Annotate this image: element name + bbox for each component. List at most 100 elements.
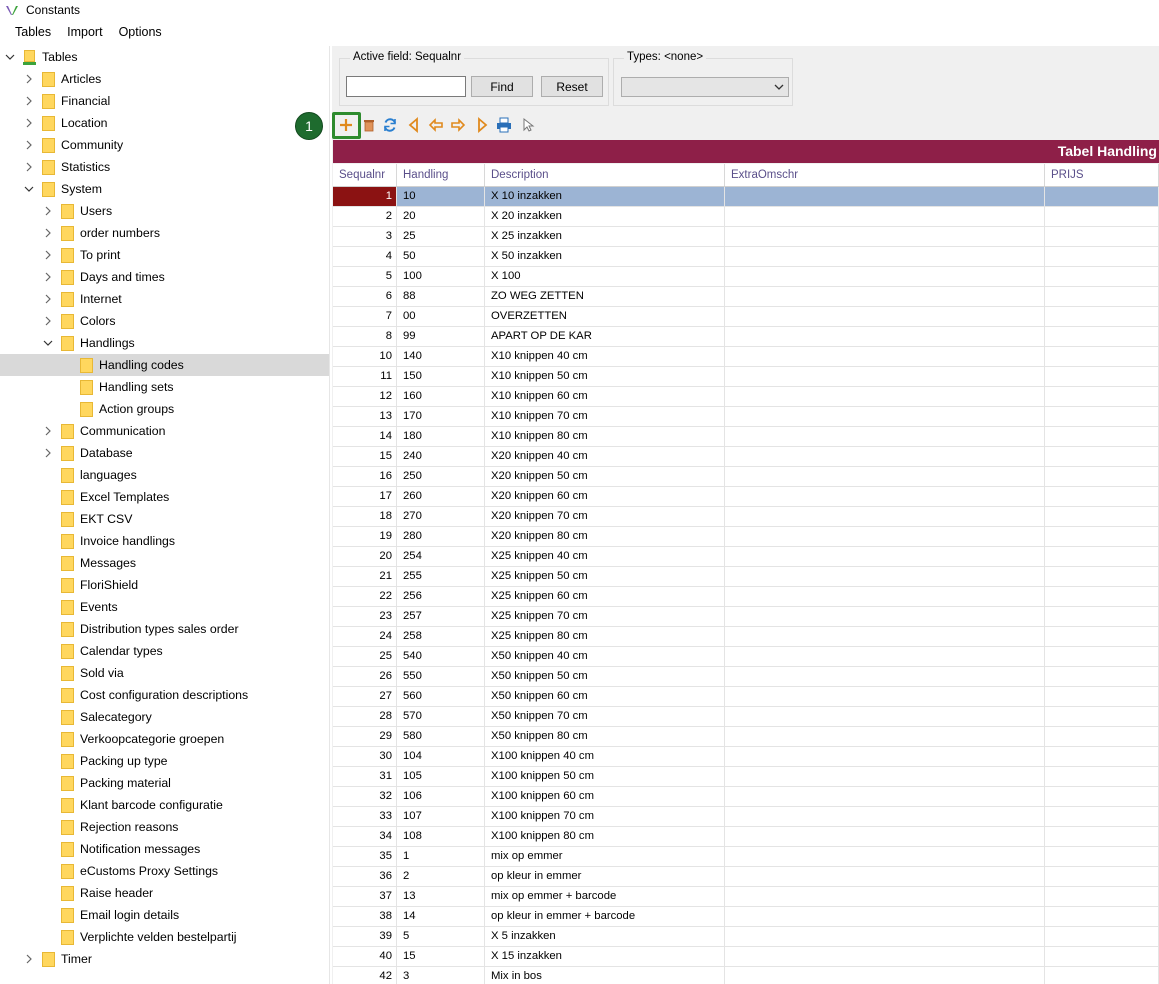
cell-sequalnr[interactable]: 32 — [333, 787, 397, 806]
column-header-sequalnr[interactable]: Sequalnr — [333, 164, 397, 186]
cell-description[interactable]: X25 knippen 60 cm — [485, 587, 725, 606]
cell-description[interactable]: X10 knippen 40 cm — [485, 347, 725, 366]
cell-handling[interactable]: 20 — [397, 207, 485, 226]
cell-extraomschr[interactable] — [725, 907, 1045, 926]
cell-prijs[interactable] — [1045, 187, 1159, 206]
cell-handling[interactable]: 580 — [397, 727, 485, 746]
cell-prijs[interactable] — [1045, 947, 1159, 966]
cell-description[interactable]: X10 knippen 70 cm — [485, 407, 725, 426]
cell-description[interactable]: X50 knippen 50 cm — [485, 667, 725, 686]
cell-sequalnr[interactable]: 20 — [333, 547, 397, 566]
cell-handling[interactable]: 15 — [397, 947, 485, 966]
cell-handling[interactable]: 99 — [397, 327, 485, 346]
cell-extraomschr[interactable] — [725, 827, 1045, 846]
cell-handling[interactable]: 240 — [397, 447, 485, 466]
cell-prijs[interactable] — [1045, 347, 1159, 366]
cell-description[interactable]: X50 knippen 70 cm — [485, 707, 725, 726]
cell-extraomschr[interactable] — [725, 607, 1045, 626]
cell-extraomschr[interactable] — [725, 767, 1045, 786]
table-row[interactable]: 8 99 APART OP DE KAR — [333, 327, 1159, 347]
cell-prijs[interactable] — [1045, 427, 1159, 446]
cell-handling[interactable]: 13 — [397, 887, 485, 906]
table-row[interactable]: 1 10 X 10 inzakken — [333, 187, 1159, 207]
table-row[interactable]: 13 170 X10 knippen 70 cm — [333, 407, 1159, 427]
tree-item[interactable]: Handling codes — [0, 354, 329, 376]
cell-description[interactable]: X100 knippen 80 cm — [485, 827, 725, 846]
menu-tables[interactable]: Tables — [7, 22, 59, 42]
cell-extraomschr[interactable] — [725, 227, 1045, 246]
cell-prijs[interactable] — [1045, 547, 1159, 566]
table-row[interactable]: 39 5 X 5 inzakken — [333, 927, 1159, 947]
cell-prijs[interactable] — [1045, 567, 1159, 586]
cell-description[interactable]: X10 knippen 60 cm — [485, 387, 725, 406]
tree-item[interactable]: Statistics — [0, 156, 329, 178]
cell-prijs[interactable] — [1045, 487, 1159, 506]
cell-handling[interactable]: 250 — [397, 467, 485, 486]
cell-description[interactable]: mix op emmer — [485, 847, 725, 866]
tree-item[interactable]: Handlings — [0, 332, 329, 354]
cell-sequalnr[interactable]: 17 — [333, 487, 397, 506]
cell-description[interactable]: X20 knippen 70 cm — [485, 507, 725, 526]
search-input[interactable] — [346, 76, 466, 97]
cell-description[interactable]: X50 knippen 80 cm — [485, 727, 725, 746]
cell-handling[interactable]: 260 — [397, 487, 485, 506]
column-header-extraomschr[interactable]: ExtraOmschr — [725, 164, 1045, 186]
tree-item[interactable]: Raise header — [0, 882, 329, 904]
table-row[interactable]: 37 13 mix op emmer + barcode — [333, 887, 1159, 907]
cell-prijs[interactable] — [1045, 327, 1159, 346]
types-select[interactable] — [621, 77, 789, 97]
cell-extraomschr[interactable] — [725, 407, 1045, 426]
cell-prijs[interactable] — [1045, 627, 1159, 646]
cell-extraomschr[interactable] — [725, 327, 1045, 346]
cell-description[interactable]: ZO WEG ZETTEN — [485, 287, 725, 306]
cell-description[interactable]: X10 knippen 80 cm — [485, 427, 725, 446]
chevron-down-icon[interactable] — [42, 337, 54, 349]
cell-sequalnr[interactable]: 15 — [333, 447, 397, 466]
cell-sequalnr[interactable]: 2 — [333, 207, 397, 226]
tree-item[interactable]: eCustoms Proxy Settings — [0, 860, 329, 882]
chevron-right-icon[interactable] — [42, 205, 54, 217]
tree-item[interactable]: Communication — [0, 420, 329, 442]
chevron-right-icon[interactable] — [42, 425, 54, 437]
tree-item[interactable]: Salecategory — [0, 706, 329, 728]
cell-sequalnr[interactable]: 40 — [333, 947, 397, 966]
tree-item[interactable]: Colors — [0, 310, 329, 332]
next-icon[interactable] — [449, 116, 467, 134]
cell-extraomschr[interactable] — [725, 627, 1045, 646]
table-row[interactable]: 2 20 X 20 inzakken — [333, 207, 1159, 227]
tree-item[interactable]: Packing material — [0, 772, 329, 794]
cell-prijs[interactable] — [1045, 367, 1159, 386]
tree-item[interactable]: Events — [0, 596, 329, 618]
cell-prijs[interactable] — [1045, 927, 1159, 946]
cell-sequalnr[interactable]: 23 — [333, 607, 397, 626]
cell-sequalnr[interactable]: 1 — [333, 187, 397, 206]
cell-extraomschr[interactable] — [725, 867, 1045, 886]
cell-prijs[interactable] — [1045, 467, 1159, 486]
cell-extraomschr[interactable] — [725, 247, 1045, 266]
chevron-right-icon[interactable] — [23, 95, 35, 107]
cell-prijs[interactable] — [1045, 727, 1159, 746]
cell-description[interactable]: OVERZETTEN — [485, 307, 725, 326]
cell-description[interactable]: X 20 inzakken — [485, 207, 725, 226]
cell-description[interactable]: X 25 inzakken — [485, 227, 725, 246]
cell-sequalnr[interactable]: 13 — [333, 407, 397, 426]
cell-extraomschr[interactable] — [725, 467, 1045, 486]
cell-extraomschr[interactable] — [725, 347, 1045, 366]
table-row[interactable]: 33 107 X100 knippen 70 cm — [333, 807, 1159, 827]
table-row[interactable]: 5 100 X 100 — [333, 267, 1159, 287]
cell-handling[interactable]: 100 — [397, 267, 485, 286]
cell-extraomschr[interactable] — [725, 587, 1045, 606]
cell-description[interactable]: X100 knippen 70 cm — [485, 807, 725, 826]
cell-prijs[interactable] — [1045, 827, 1159, 846]
first-icon[interactable] — [405, 116, 423, 134]
cell-description[interactable]: op kleur in emmer — [485, 867, 725, 886]
cell-description[interactable]: X20 knippen 40 cm — [485, 447, 725, 466]
tree-item[interactable]: To print — [0, 244, 329, 266]
cell-prijs[interactable] — [1045, 887, 1159, 906]
cell-prijs[interactable] — [1045, 647, 1159, 666]
chevron-right-icon[interactable] — [23, 139, 35, 151]
cell-sequalnr[interactable]: 16 — [333, 467, 397, 486]
chevron-right-icon[interactable] — [23, 161, 35, 173]
previous-icon[interactable] — [427, 116, 445, 134]
cell-handling[interactable]: 570 — [397, 707, 485, 726]
